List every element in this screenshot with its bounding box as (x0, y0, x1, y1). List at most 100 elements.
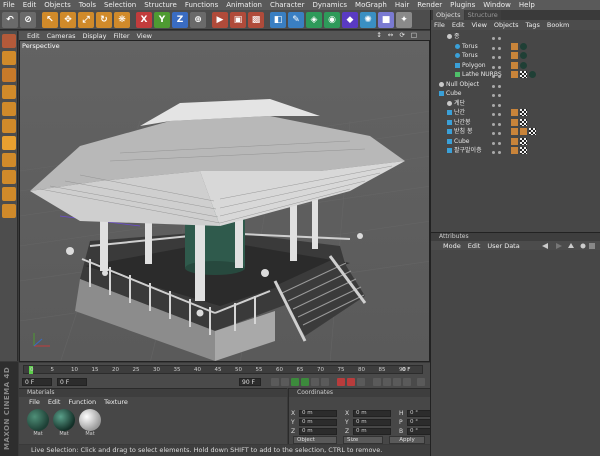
move-icon[interactable]: ✥ (60, 11, 76, 28)
recent-tool-icon[interactable]: ❋ (114, 11, 130, 28)
visibility-dots-icon[interactable] (492, 63, 506, 69)
snap-icon[interactable] (2, 204, 16, 218)
object-row[interactable]: 계단 (431, 99, 600, 109)
coord-mode-select[interactable]: Object (293, 436, 337, 444)
attributes-nav-icons[interactable] (538, 242, 598, 251)
attributes-menu-edit[interactable]: Edit (468, 242, 481, 250)
redo-icon[interactable]: ⊘ (20, 11, 36, 28)
end-frame-field[interactable]: 90 F (239, 378, 261, 386)
menu-plugins[interactable]: Plugins (450, 1, 475, 9)
points-mode-icon[interactable] (2, 102, 16, 116)
checker-texture-tag-icon[interactable] (520, 147, 527, 154)
texture-tag-icon[interactable] (511, 147, 518, 154)
texture-tag-icon[interactable] (511, 109, 518, 116)
viewport-menu-display[interactable]: Display (83, 32, 107, 40)
start-frame-field[interactable]: 0 F (57, 378, 87, 386)
object-row[interactable]: Lathe NURBS (431, 70, 600, 80)
material-ball-1[interactable] (27, 409, 49, 431)
y-axis-icon[interactable]: Y (154, 11, 170, 28)
pen-spline-icon[interactable]: ✎ (288, 11, 304, 28)
objects-menu-bookm[interactable]: Bookm (547, 21, 570, 29)
menu-character[interactable]: Character (270, 1, 305, 9)
workplane-icon[interactable] (2, 187, 16, 201)
record-icon[interactable] (337, 378, 345, 386)
go-to-end-icon[interactable] (321, 378, 329, 386)
timeline[interactable]: 0 5 10 15 20 25 30 35 40 45 50 55 60 65 70 75 80 85 90 0 F (19, 363, 430, 377)
go-to-start-icon[interactable] (271, 378, 279, 386)
object-row[interactable]: Cube (431, 137, 600, 147)
menu-objects[interactable]: Objects (44, 1, 70, 9)
coord-size-select[interactable]: Size (343, 436, 383, 444)
bend-deformer-icon[interactable]: ◆ (342, 11, 358, 28)
object-row[interactable]: Polygon (431, 61, 600, 71)
material-tag-icon[interactable] (520, 61, 527, 69)
viewport-menu-view[interactable]: View (137, 32, 152, 40)
previous-key-icon[interactable] (281, 378, 289, 386)
subdivision-icon[interactable]: ◈ (306, 11, 322, 28)
menu-tools[interactable]: Tools (79, 1, 96, 9)
checker-texture-tag-icon[interactable] (520, 71, 527, 78)
play-backwards-icon[interactable] (291, 378, 299, 386)
viewport-menu-edit[interactable]: Edit (27, 32, 40, 40)
menu-render[interactable]: Render (417, 1, 442, 9)
polygons-mode-icon[interactable] (2, 136, 16, 150)
cube-primitive-icon[interactable]: ◧ (270, 11, 286, 28)
visibility-dots-icon[interactable] (492, 44, 506, 50)
texture-tag-icon[interactable] (511, 128, 518, 135)
visibility-dots-icon[interactable] (492, 101, 506, 107)
render-picture-viewer-icon[interactable]: ▣ (230, 11, 246, 28)
objects-menu-objects[interactable]: Objects (494, 21, 519, 29)
keyframe-selection-icon[interactable] (357, 378, 365, 386)
texture-tag-icon[interactable] (511, 42, 518, 50)
object-row[interactable]: Cube (431, 89, 600, 99)
tab-objects[interactable]: Objects (433, 10, 464, 20)
menu-mograph[interactable]: MoGraph (355, 1, 387, 9)
axis-mode-icon[interactable] (2, 153, 16, 167)
texture-tag-icon[interactable] (511, 52, 518, 59)
viewport-menu-cameras[interactable]: Cameras (47, 32, 76, 40)
object-mode-icon[interactable] (2, 68, 16, 82)
array-icon[interactable]: ◉ (324, 11, 340, 28)
position-key-icon[interactable] (373, 378, 381, 386)
edges-mode-icon[interactable] (2, 119, 16, 133)
menu-structure[interactable]: Structure (144, 1, 177, 9)
material-tag-icon[interactable] (520, 52, 527, 59)
z-axis-icon[interactable]: Z (172, 11, 188, 28)
visibility-dots-icon[interactable] (492, 82, 506, 88)
object-row[interactable]: 받침 봉 (431, 127, 600, 137)
live-selection-icon[interactable]: ↖ (42, 11, 58, 28)
visibility-dots-icon[interactable] (492, 72, 506, 78)
visibility-dots-icon[interactable] (492, 91, 506, 97)
object-row[interactable]: 난간봉 (431, 118, 600, 128)
objects-menu-edit[interactable]: Edit (452, 21, 465, 29)
menu-window[interactable]: Window (483, 1, 511, 9)
play-icon[interactable] (301, 378, 309, 386)
materials-menu-function[interactable]: Function (68, 398, 96, 406)
tab-structure[interactable]: Structure (464, 10, 501, 20)
render-settings-icon[interactable]: ▩ (248, 11, 264, 28)
menu-file[interactable]: File (3, 1, 15, 9)
scale-icon[interactable]: ⤢ (78, 11, 94, 28)
autokey-icon[interactable] (347, 378, 355, 386)
checker-texture-tag-icon[interactable] (520, 118, 527, 126)
material-tag-icon[interactable] (529, 71, 536, 78)
model-mode-icon[interactable] (2, 51, 16, 65)
x-axis-icon[interactable]: X (136, 11, 152, 28)
visibility-dots-icon[interactable] (492, 139, 506, 145)
menu-selection[interactable]: Selection (104, 1, 136, 9)
objects-menu-view[interactable]: View (471, 21, 486, 29)
materials-menu-texture[interactable]: Texture (104, 398, 128, 406)
object-row[interactable]: 난간 (431, 108, 600, 118)
rotation-key-icon[interactable] (393, 378, 401, 386)
objects-menu-tags[interactable]: Tags (525, 21, 539, 29)
viewport-menu-filter[interactable]: Filter (113, 32, 129, 40)
object-row[interactable]: 종 (431, 32, 600, 42)
render-view-icon[interactable]: ▶ (212, 11, 228, 28)
light-icon[interactable]: ✦ (396, 11, 412, 28)
checker-texture-tag-icon[interactable] (529, 128, 536, 135)
texture-tag-icon[interactable] (511, 118, 518, 126)
menu-hair[interactable]: Hair (395, 1, 409, 9)
make-editable-icon[interactable] (2, 34, 16, 48)
visibility-dots-icon[interactable] (492, 34, 506, 40)
texture-mode-icon[interactable] (2, 85, 16, 99)
